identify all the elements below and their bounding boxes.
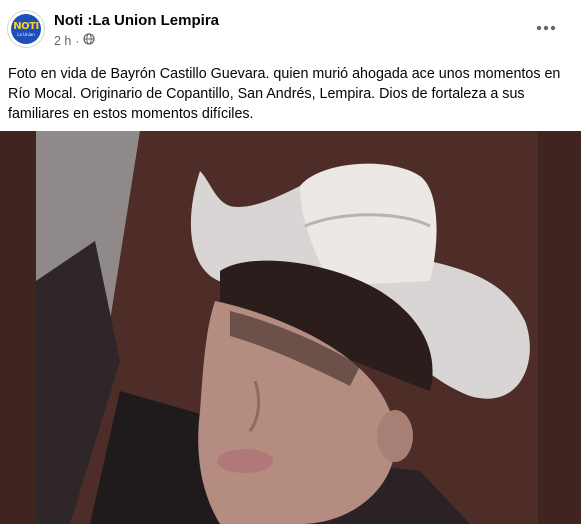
post-caption: Foto en vida de Bayrón Castillo Guevara.…: [8, 66, 561, 122]
globe-icon[interactable]: [83, 33, 96, 48]
more-options-icon[interactable]: [532, 16, 560, 40]
logo-sub-text: La Union: [17, 31, 35, 37]
facebook-post: NOTI La Union Noti :La Union Lempira 2 h…: [0, 0, 581, 524]
logo-main-text: NOTI: [13, 20, 39, 32]
page-avatar[interactable]: NOTI La Union: [7, 10, 45, 48]
page-name-link[interactable]: Noti :La Union Lempira: [54, 12, 219, 29]
post-meta: 2 h ·: [54, 33, 96, 48]
meta-separator: ·: [75, 33, 80, 48]
noti-logo: NOTI La Union: [11, 14, 41, 44]
post-photo[interactable]: [0, 131, 581, 524]
post-timestamp[interactable]: 2 h: [54, 34, 71, 48]
post-header: NOTI La Union Noti :La Union Lempira 2 h…: [0, 0, 581, 60]
